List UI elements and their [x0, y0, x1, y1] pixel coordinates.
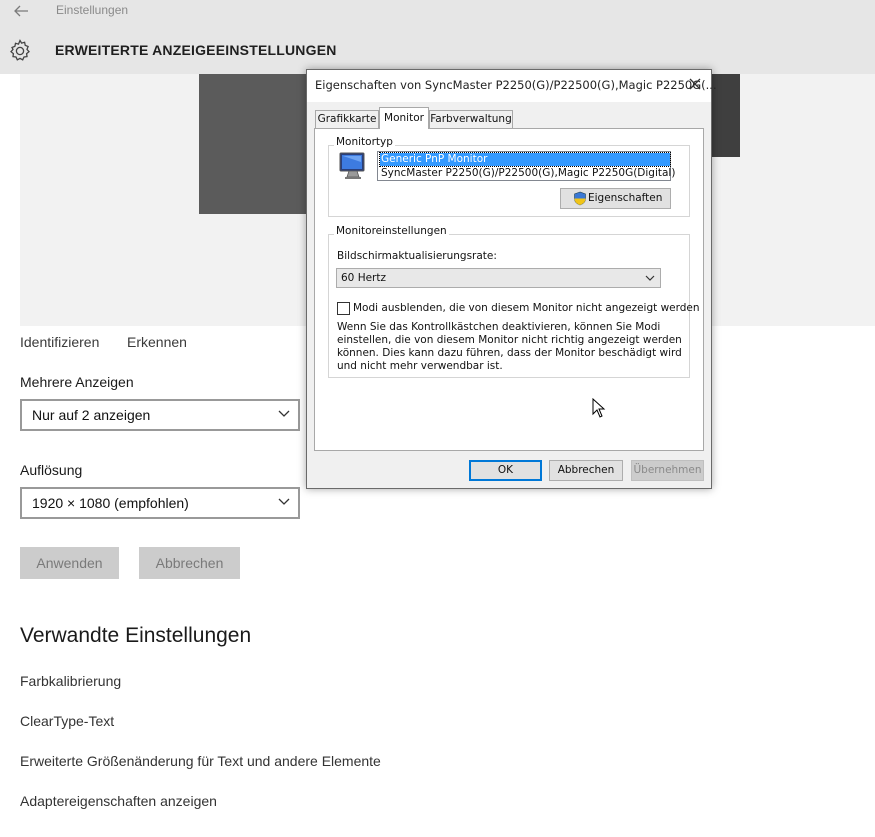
identify-link[interactable]: Identifizieren [20, 334, 99, 350]
multiple-displays-value: Nur auf 2 anzeigen [32, 407, 151, 423]
monitor-settings-legend: Monitoreinstellungen [334, 225, 449, 237]
refresh-rate-label: Bildschirmaktualisierungsrate: [337, 250, 497, 262]
properties-button-label: Eigenschaften [588, 192, 663, 204]
back-arrow-icon[interactable] [10, 2, 32, 22]
chevron-down-icon [278, 498, 290, 505]
monitor-listbox[interactable]: Generic PnP Monitor SyncMaster P2250(G)/… [377, 151, 675, 181]
monitor-properties-dialog: Eigenschaften von SyncMaster P2250(G)/P2… [306, 69, 717, 489]
warning-text: Wenn Sie das Kontrollkästchen deaktivier… [337, 321, 682, 372]
resolution-value: 1920 × 1080 (empfohlen) [32, 495, 189, 511]
refresh-rate-dropdown[interactable]: 60 Hertz [336, 268, 661, 288]
chevron-down-icon [645, 275, 655, 281]
close-icon[interactable] [687, 76, 703, 92]
tab-farbverwaltung[interactable]: Farbverwaltung [429, 110, 513, 128]
list-item[interactable]: Generic PnP Monitor [379, 152, 671, 167]
resolution-dropdown[interactable]: 1920 × 1080 (empfohlen) [20, 487, 300, 519]
adapter-properties-link[interactable]: Adaptereigenschaften anzeigen [20, 793, 217, 809]
title-bar [0, 0, 875, 32]
multiple-displays-label: Mehrere Anzeigen [20, 374, 134, 390]
uac-shield-icon [574, 191, 586, 206]
cancel-button[interactable]: Abbrechen [139, 547, 240, 579]
mouse-cursor-icon [592, 398, 606, 418]
dialog-titlebar[interactable]: Eigenschaften von SyncMaster P2250(G)/P2… [307, 70, 717, 102]
advanced-sizing-link[interactable]: Erweiterte Größenänderung für Text und a… [20, 753, 381, 769]
multiple-displays-dropdown[interactable]: Nur auf 2 anzeigen [20, 399, 300, 431]
dialog-title: Eigenschaften von SyncMaster P2250(G)/P2… [315, 78, 717, 92]
chevron-down-icon [278, 410, 290, 417]
dialog-cancel-button[interactable]: Abbrechen [549, 460, 623, 481]
related-settings-title: Verwandte Einstellungen [20, 624, 252, 647]
list-item[interactable]: SyncMaster P2250(G)/P22500(G),Magic P225… [380, 167, 675, 180]
gear-icon [7, 38, 33, 64]
hide-modes-checkbox[interactable] [337, 302, 350, 315]
properties-button[interactable]: Eigenschaften [560, 188, 671, 209]
apply-button[interactable]: Anwenden [20, 547, 119, 579]
color-calibration-link[interactable]: Farbkalibrierung [20, 673, 121, 689]
tab-grafikkarte[interactable]: Grafikkarte [315, 110, 379, 128]
dialog-apply-button[interactable]: Übernehmen [631, 460, 704, 481]
hide-modes-label[interactable]: Modi ausblenden, die von diesem Monitor … [353, 302, 700, 314]
page-title: ERWEITERTE ANZEIGEEINSTELLUNGEN [55, 42, 337, 58]
monitor-type-legend: Monitortyp [334, 136, 395, 148]
refresh-rate-value: 60 Hertz [341, 272, 386, 284]
cleartype-link[interactable]: ClearType-Text [20, 713, 114, 729]
tab-monitor[interactable]: Monitor [379, 107, 429, 129]
detect-link[interactable]: Erkennen [127, 334, 187, 350]
display-tile-1[interactable] [199, 74, 307, 214]
app-title: Einstellungen [56, 3, 129, 17]
monitor-icon [339, 152, 365, 179]
resolution-label: Auflösung [20, 462, 83, 478]
ok-button[interactable]: OK [469, 460, 542, 481]
